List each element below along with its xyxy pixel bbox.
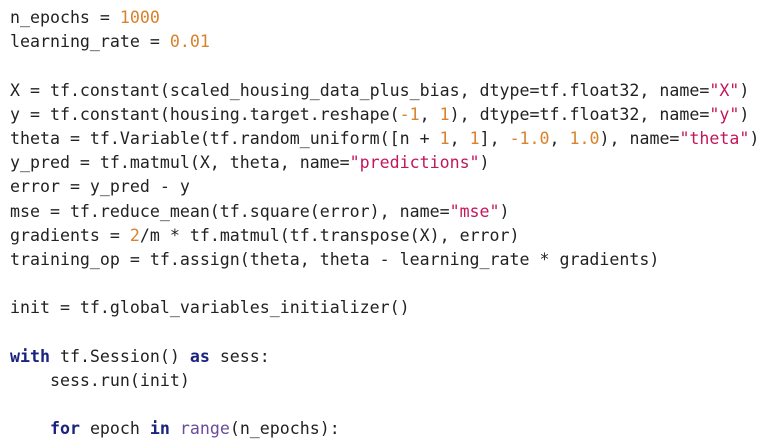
code-token-num: -1.0	[509, 128, 550, 148]
code-token-plain: error = y_pred - y	[10, 177, 190, 197]
code-token-plain: sess.run(init)	[10, 370, 190, 390]
code-token-plain: )	[739, 104, 750, 124]
code-token-str: "y"	[709, 104, 740, 124]
code-line: y_pred = tf.matmul(X, theta, name="predi…	[10, 151, 763, 175]
code-line-blank: ​	[10, 272, 763, 296]
code-token-plain: )	[479, 153, 490, 173]
code-token-plain: y_pred = tf.matmul(X, theta, name=	[10, 153, 350, 173]
code-token-kw: for	[49, 419, 80, 439]
code-line: theta = tf.Variable(tf.random_uniform([n…	[10, 127, 763, 151]
code-token-plain: gradients =	[10, 225, 130, 245]
code-token-plain: init = tf.global_variables_initializer()	[10, 298, 410, 318]
code-line: with tf.Session() as sess:	[10, 345, 763, 369]
code-line: X = tf.constant(scaled_housing_data_plus…	[10, 79, 763, 103]
code-line: mse = tf.reduce_mean(tf.square(error), n…	[10, 200, 763, 224]
code-line: sess.run(init)	[10, 369, 763, 393]
code-token-plain: ,	[449, 128, 470, 148]
code-token-str: "predictions"	[349, 153, 480, 173]
code-token-num: -1	[399, 104, 420, 124]
code-token-kw: with	[10, 346, 50, 366]
code-token-plain: )	[499, 201, 510, 221]
code-token-plain: theta = tf.Variable(tf.random_uniform([n…	[10, 128, 440, 148]
code-line: training_op = tf.assign(theta, theta - l…	[10, 248, 763, 272]
code-token-num: 0.01	[169, 32, 210, 52]
code-token-plain: ],	[479, 128, 510, 148]
code-token-plain: ,	[419, 104, 440, 124]
code-line: init = tf.global_variables_initializer()	[10, 296, 763, 320]
code-token-plain: epoch	[79, 419, 150, 439]
code-token-plain: )	[739, 80, 750, 100]
code-token-plain: learning_rate =	[10, 32, 170, 52]
code-token-plain: X = tf.constant(scaled_housing_data_plus…	[10, 80, 710, 100]
code-token-plain: n_epochs =	[10, 8, 120, 27]
code-line: gradients = 2/m * tf.matmul(tf.transpose…	[10, 224, 763, 248]
code-token-num: 1	[439, 128, 450, 148]
code-token-plain: tf.Session()	[49, 346, 190, 366]
code-token-num: 1	[439, 104, 450, 124]
code-token-kw: in	[149, 419, 170, 439]
code-line-blank: ​	[10, 54, 763, 78]
code-token-plain: mse = tf.reduce_mean(tf.square(error), n…	[10, 201, 450, 221]
code-token-num: 1	[469, 128, 480, 148]
code-line-blank: ​	[10, 393, 763, 417]
code-token-builtin: range	[179, 419, 230, 439]
code-token-plain: )	[749, 128, 760, 148]
code-token-plain: y = tf.constant(housing.target.reshape(	[10, 104, 400, 124]
code-token-plain: ), dtype=tf.float32, name=	[449, 104, 710, 124]
code-line: n_epochs = 1000	[10, 6, 763, 30]
code-token-str: "X"	[709, 80, 740, 100]
code-listing: n_epochs = 1000learning_rate = 0.01​X = …	[0, 0, 763, 444]
code-line-blank: ​	[10, 320, 763, 344]
code-line: y = tf.constant(housing.target.reshape(-…	[10, 103, 763, 127]
code-line: error = y_pred - y	[10, 175, 763, 199]
code-line: for epoch in range(n_epochs):	[10, 417, 763, 441]
code-token-num: 1000	[119, 8, 160, 27]
code-token-plain: training_op = tf.assign(theta, theta - l…	[10, 249, 660, 269]
code-token-kw: as	[189, 346, 210, 366]
code-token-str: "theta"	[679, 128, 750, 148]
code-line: learning_rate = 0.01	[10, 30, 763, 54]
code-token-plain: ,	[549, 128, 570, 148]
code-token-plain: ), name=	[599, 128, 680, 148]
code-token-plain: (n_epochs):	[229, 419, 340, 439]
code-token-plain: sess:	[209, 346, 270, 366]
code-token-plain: /m * tf.matmul(tf.transpose(X), error)	[139, 225, 520, 245]
code-token-num: 2	[129, 225, 140, 245]
code-token-num: 1.0	[569, 128, 600, 148]
code-token-str: "mse"	[449, 201, 500, 221]
